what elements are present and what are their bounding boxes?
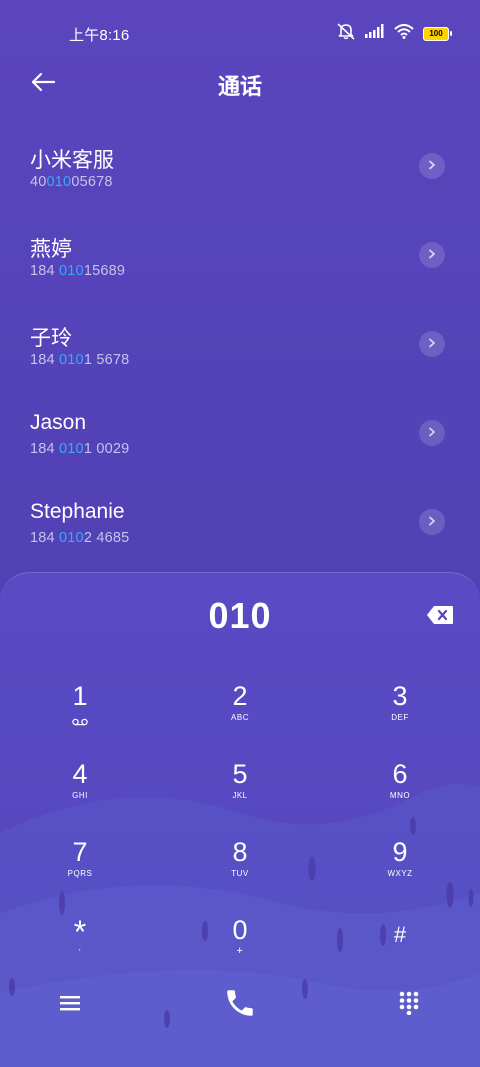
number-match: 010 xyxy=(59,530,84,546)
delete-button[interactable] xyxy=(426,605,454,625)
phone-icon xyxy=(223,986,257,1025)
key-digit: 2 xyxy=(232,681,248,711)
key-digit: 3 xyxy=(392,681,408,711)
key-digit: 7 xyxy=(72,837,88,867)
key-digit: 6 xyxy=(392,759,408,789)
signal-icon xyxy=(365,24,385,43)
key-digit: # xyxy=(393,922,407,947)
contact-name: 子玲 xyxy=(30,327,72,350)
keypad-button[interactable] xyxy=(389,985,429,1025)
status-time: 上午8:16 xyxy=(69,27,130,44)
battery-icon: 100 xyxy=(423,26,452,41)
contact-number: 184 0101 0029 xyxy=(30,441,130,457)
key-letters: ABC xyxy=(231,713,249,722)
dial-number-display: 010 xyxy=(208,595,272,636)
contact-number: 4001005678 xyxy=(30,174,113,190)
key-digit: 4 xyxy=(72,759,88,789)
key-1[interactable]: 1 xyxy=(20,681,140,751)
key-letters: PQRS xyxy=(67,869,93,878)
contact-number: 184 0102 4685 xyxy=(30,530,130,546)
contact-item[interactable]: 小米客服 4001005678 xyxy=(0,122,480,211)
header: 通话 xyxy=(0,60,480,104)
key-9[interactable]: 9 WXYZ xyxy=(340,837,460,907)
number-match: 010 xyxy=(59,352,84,368)
voicemail-icon xyxy=(20,713,140,731)
contact-item[interactable]: Stephanie 184 0102 4685 xyxy=(0,478,480,567)
contact-detail-button[interactable] xyxy=(419,509,445,535)
key-star[interactable]: * , xyxy=(20,915,140,985)
chevron-right-icon xyxy=(427,513,437,531)
key-letters: , xyxy=(78,943,82,952)
call-button[interactable] xyxy=(220,985,260,1025)
menu-icon xyxy=(60,995,80,1016)
contact-detail-button[interactable] xyxy=(419,331,445,357)
key-digit: 5 xyxy=(232,759,248,789)
contact-detail-button[interactable] xyxy=(419,242,445,268)
contact-item[interactable]: 燕婷 184 01015689 xyxy=(0,211,480,300)
key-letters: MNO xyxy=(389,791,411,800)
battery-level: 100 xyxy=(423,26,449,41)
key-digit: 8 xyxy=(232,837,248,867)
contact-detail-button[interactable] xyxy=(419,420,445,446)
key-5[interactable]: 5 JKL xyxy=(180,759,300,829)
key-0[interactable]: 0 + xyxy=(180,915,300,985)
key-3[interactable]: 3 DEF xyxy=(340,681,460,751)
contact-item[interactable]: Jason 184 0101 0029 xyxy=(0,389,480,478)
chevron-right-icon xyxy=(427,246,437,264)
key-letters: TUV xyxy=(231,869,249,878)
key-7[interactable]: 7 PQRS xyxy=(20,837,140,907)
key-digit: 0 xyxy=(232,915,248,945)
key-digit: 9 xyxy=(392,837,408,867)
chevron-right-icon xyxy=(427,157,437,175)
bell-off-icon xyxy=(336,22,356,45)
contact-item[interactable]: 子玲 184 0101 5678 xyxy=(0,300,480,389)
contact-name: 小米客服 xyxy=(30,149,114,172)
key-letters: + xyxy=(236,945,244,957)
key-4[interactable]: 4 GHI xyxy=(20,759,140,829)
key-6[interactable]: 6 MNO xyxy=(340,759,460,829)
backspace-icon xyxy=(426,606,454,629)
contact-detail-button[interactable] xyxy=(419,153,445,179)
contact-name: Stephanie xyxy=(30,500,125,523)
key-letters: WXYZ xyxy=(387,869,413,878)
number-match: 010 xyxy=(59,263,84,279)
status-bar: 上午8:16 100 xyxy=(0,0,480,66)
contact-number: 184 01015689 xyxy=(30,263,126,279)
key-8[interactable]: 8 TUV xyxy=(180,837,300,907)
key-letters: JKL xyxy=(232,791,248,800)
menu-button[interactable] xyxy=(50,985,90,1025)
status-icons: 100 xyxy=(336,22,452,45)
key-2[interactable]: 2 ABC xyxy=(180,681,300,751)
number-match: 010 xyxy=(59,441,84,457)
contact-number: 184 0101 5678 xyxy=(30,352,130,368)
chevron-right-icon xyxy=(427,424,437,442)
page-title: 通话 xyxy=(217,74,262,99)
key-hash[interactable]: # xyxy=(340,915,460,985)
key-digit: 1 xyxy=(72,681,88,711)
keypad-icon xyxy=(399,991,419,1020)
wifi-icon xyxy=(394,23,414,44)
key-letters: DEF xyxy=(391,713,409,722)
dialer-panel: 010 1 2 ABC 3 DEF 4 GHI 5 JKL 6 MNO 7 PQ… xyxy=(0,572,480,1067)
chevron-right-icon xyxy=(427,335,437,353)
contact-name: 燕婷 xyxy=(30,238,72,261)
number-match: 010 xyxy=(46,174,72,190)
key-letters: GHI xyxy=(72,791,88,800)
contact-list: 小米客服 4001005678 燕婷 184 01015689 子玲 184 0… xyxy=(0,122,480,567)
contact-name: Jason xyxy=(30,411,87,434)
